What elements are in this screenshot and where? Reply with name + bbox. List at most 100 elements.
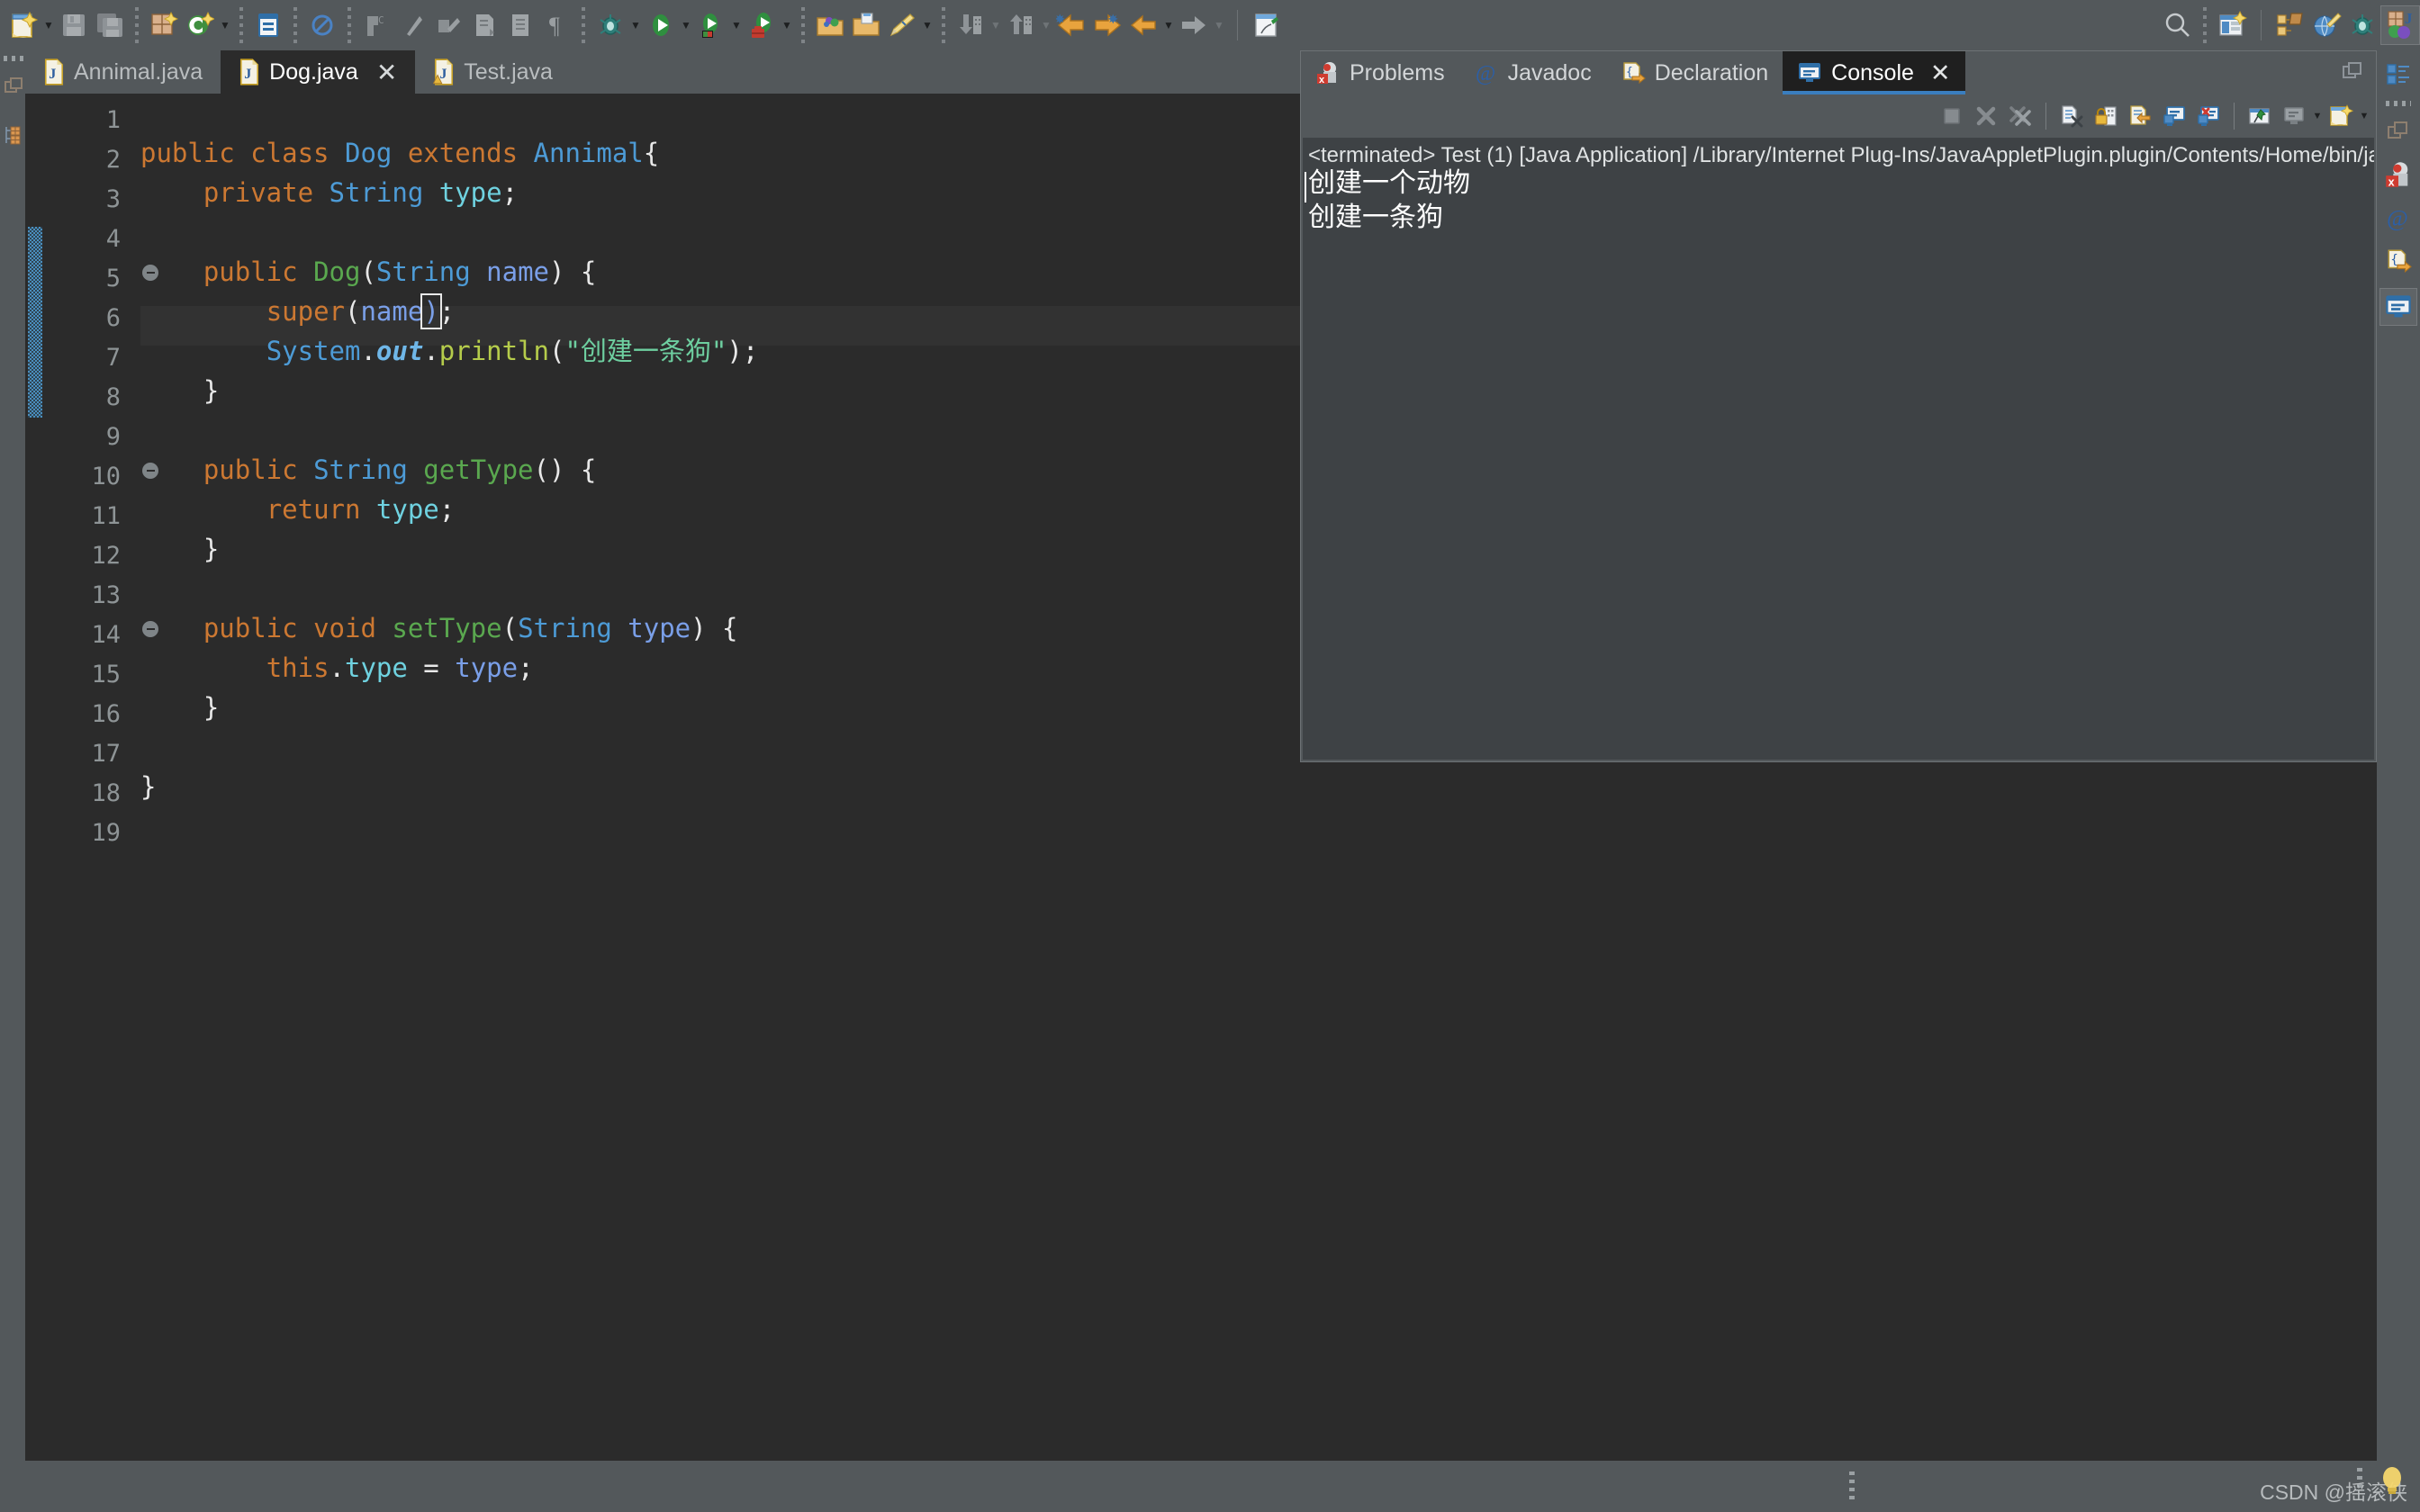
skip-breakpoints-button[interactable] [304,7,340,43]
new-wizard-dropdown-arrow[interactable]: ▼ [41,7,56,43]
code-line[interactable]: } [140,371,219,410]
next-edit-button[interactable] [1176,7,1212,43]
outline-view-icon[interactable] [2382,58,2415,90]
code-line[interactable]: super(name); [140,292,455,331]
new-class-dropdown-arrow[interactable]: ▼ [218,7,232,43]
rail-drag-handle[interactable] [2386,101,2411,106]
run-dropdown-arrow[interactable]: ▼ [679,7,693,43]
forward-button[interactable] [1089,7,1125,43]
show-whitespace-button[interactable]: ¶ [538,7,574,43]
tab-problems[interactable]: x Problems [1301,51,1459,94]
terminate-button[interactable] [1935,99,1969,133]
new-java-package-button[interactable] [146,7,182,43]
java-file-icon: J [44,58,64,86]
build-all-button[interactable] [430,7,466,43]
code-line[interactable]: private String type; [140,173,518,212]
display-console-dropdown-arrow[interactable]: ▼ [2311,99,2324,133]
run-external-tools-button[interactable] [744,7,780,43]
save-button[interactable] [56,7,92,43]
open-task-button[interactable] [1249,7,1285,43]
package-explorer-icon[interactable] [3,124,24,146]
pin-console-button[interactable] [2243,99,2277,133]
status-drag-handle[interactable] [1849,1472,1855,1502]
editor-tab-annimal[interactable]: J Annimal.java [25,50,221,94]
word-wrap-button[interactable] [2123,99,2157,133]
editor-tab-close-icon[interactable]: ✕ [376,58,397,87]
editor-tab-dog[interactable]: J Dog.java ✕ [221,50,416,94]
previous-annotation-button[interactable] [502,7,538,43]
next-annotation-button[interactable] [466,7,502,43]
svg-text:@: @ [2387,205,2408,231]
coverage-button[interactable] [693,7,729,43]
code-token: public [203,613,314,644]
export-button[interactable] [1003,7,1039,43]
code-line[interactable]: public void setType(String type) { [140,608,738,648]
annotation-ruler[interactable] [25,94,45,1461]
code-line[interactable]: } [140,529,219,569]
debug-button[interactable] [592,7,628,43]
console-output-area[interactable]: <terminated> Test (1) [Java Application]… [1303,138,2374,760]
rail-drag-handle[interactable] [4,56,23,61]
run-button[interactable] [643,7,679,43]
declaration-view-button[interactable]: { [2382,245,2415,277]
code-line[interactable]: this.type = type; [140,648,534,688]
scroll-lock-button[interactable] [2089,99,2123,133]
new-java-project-button[interactable] [812,7,848,43]
code-line[interactable]: public Dog(String name) { [140,252,597,292]
restore-view-icon[interactable] [2382,115,2415,148]
close-console-button[interactable] [2191,99,2226,133]
show-console-output-button[interactable] [2157,99,2191,133]
editor-tab-test[interactable]: J Test.java [415,50,571,94]
remove-all-launches-button[interactable] [2003,99,2037,133]
tab-declaration[interactable]: { Declaration [1606,51,1783,94]
clear-console-button[interactable] [2054,99,2089,133]
tab-javadoc[interactable]: @ Javadoc [1459,51,1606,94]
display-selected-console-button[interactable] [2277,99,2311,133]
import-dropdown-arrow[interactable]: ▼ [989,7,1003,43]
code-line[interactable]: } [140,767,156,806]
toolbar-group-task [1249,7,1285,43]
tab-console[interactable]: Console ✕ [1783,51,1965,94]
problems-view-button[interactable]: x [2382,158,2415,191]
perspective-debug-button[interactable] [2344,7,2380,43]
new-wizard-button[interactable] [5,7,41,43]
code-line[interactable]: return type; [140,490,456,529]
perspective-java-button[interactable]: J [2380,5,2420,45]
save-all-button[interactable] [92,7,128,43]
search-icon[interactable] [2160,7,2196,43]
export-dropdown-arrow[interactable]: ▼ [1039,7,1053,43]
previous-edit-button[interactable] [1125,7,1161,43]
external-tools-dropdown-arrow[interactable]: ▼ [780,7,794,43]
restore-view-icon[interactable] [3,76,24,97]
console-view-button[interactable] [2379,288,2417,326]
javadoc-view-button[interactable]: @ [2382,202,2415,234]
code-line[interactable]: } [140,688,219,727]
code-line[interactable]: System.out.println("创建一条狗"); [140,331,759,371]
open-console-button[interactable] [2324,99,2358,133]
previous-edit-dropdown-arrow[interactable]: ▼ [1161,7,1176,43]
perspective-web-button[interactable] [2308,7,2344,43]
import-button[interactable] [953,7,989,43]
toolbar-divider [1237,10,1238,40]
coverage-dropdown-arrow[interactable]: ▼ [729,7,744,43]
remove-launch-button[interactable] [1969,99,2003,133]
open-type-button[interactable] [250,7,286,43]
code-line[interactable]: public class Dog extends Annimal{ [140,133,659,173]
main-toolbar: ▼ ▼ C ¶ ▼ ▼ ▼ ▼ ▼ ▼ ▼ ▼ ▼ J [0,0,2420,50]
build-button[interactable] [394,7,430,43]
back-button[interactable] [1053,7,1089,43]
debug-dropdown-arrow[interactable]: ▼ [628,7,643,43]
open-console-dropdown-arrow[interactable]: ▼ [2358,99,2370,133]
new-annotation-button[interactable] [884,7,920,43]
perspective-java-browsing-button[interactable] [2272,7,2308,43]
new-class-button[interactable] [182,7,218,43]
annotation-dropdown-arrow[interactable]: ▼ [920,7,935,43]
console-tab-close-icon[interactable]: ✕ [1930,59,1951,87]
line-number: 8 [105,383,121,411]
next-edit-dropdown-arrow[interactable]: ▼ [1212,7,1226,43]
maximize-icon[interactable] [2342,60,2363,86]
toggle-compile-button[interactable]: C [358,7,394,43]
customize-perspective-button[interactable] [2214,7,2250,43]
open-folder-button[interactable] [848,7,884,43]
code-line[interactable]: public String getType() { [140,450,597,490]
